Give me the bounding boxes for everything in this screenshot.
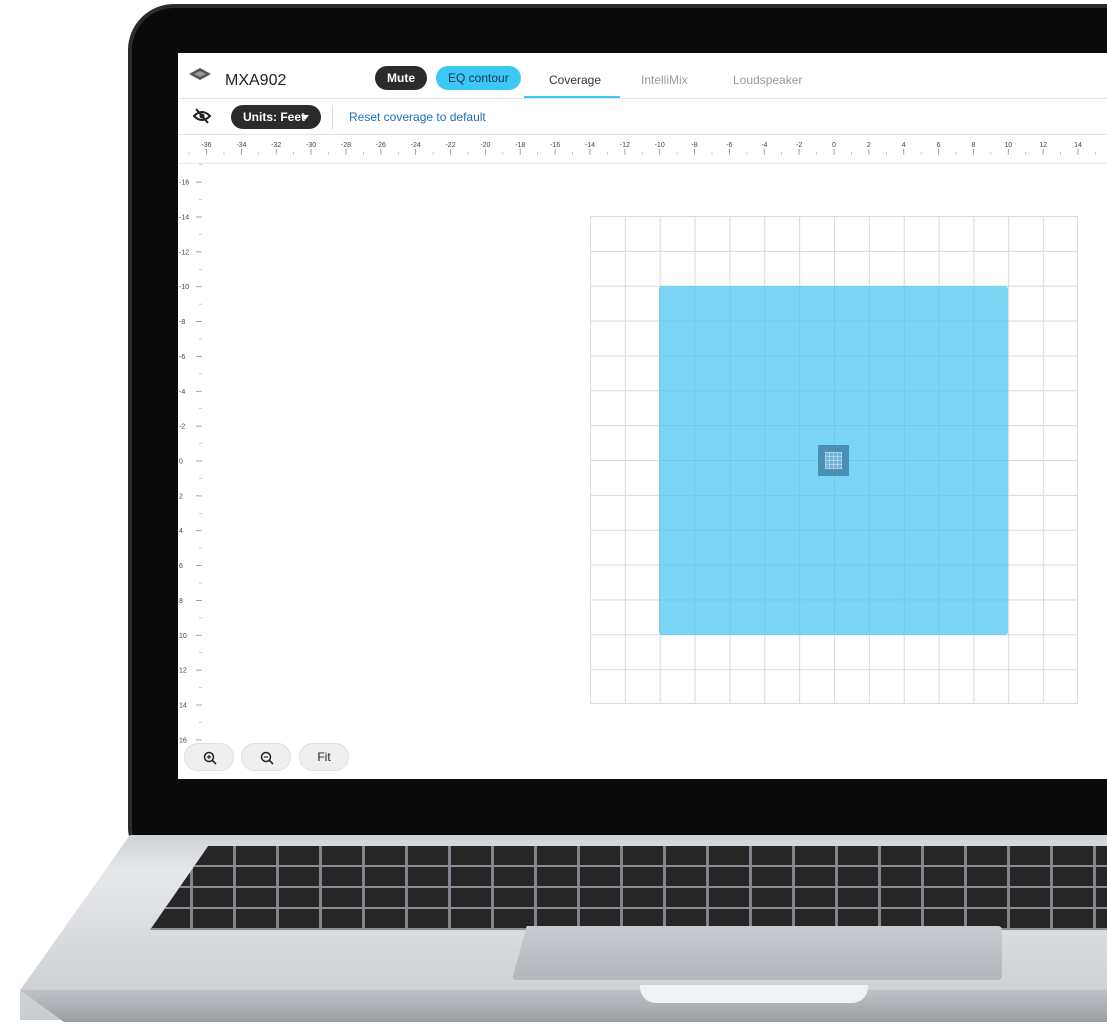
ruler-y-tick-label: 10 [179,633,187,640]
ruler-x-tick-label: -26 [376,142,386,149]
app-header: MXA902 Mute EQ contour Coverage IntelliM… [178,53,1107,99]
ruler-x-tick-label: -20 [480,142,490,149]
ruler-x-tick-label: -8 [691,142,697,149]
ruler-y-tick-label: -16 [179,180,189,187]
ruler-x-tick-label: 12 [1039,142,1047,149]
horizontal-ruler-ticks: -36 -34 -32 -30 -28 -26 -24 -22 -20 -18 -16 -14 -12-… [188,142,1096,155]
reset-coverage-link[interactable]: Reset coverage to default [349,110,486,124]
ruler-x-tick-label: 14 [1074,142,1082,149]
ruler-y-tick-label: 2 [179,493,183,500]
eq-contour-button[interactable]: EQ contour [436,66,521,90]
zoom-in-button[interactable] [184,743,234,771]
ruler-y-tick-label: 4 [179,528,183,535]
laptop-notch [640,985,868,1003]
ruler-y-tick-label: -14 [179,214,189,221]
zoom-out-icon [260,751,274,765]
active-tab-indicator [524,96,620,98]
ruler-y-tick-label: 16 [179,737,187,744]
tab-loudspeaker[interactable]: Loudspeaker [733,73,802,87]
mute-button[interactable]: Mute [375,66,427,90]
device-name: MXA902 [225,72,287,89]
vertical-ruler: -16 -14 -12 -10 -8 -6 -4 -2 0 2 4 6 8 10 12 14 16 [178,163,206,779]
units-label: Units: Feet [243,110,306,124]
keyboard-rows [150,846,1107,930]
ruler-y-tick-label: -8 [179,319,185,326]
microphone-array-device[interactable] [818,445,849,476]
ruler-x-tick-label: -22 [445,142,455,149]
ruler-x-tick-label: -4 [761,142,767,149]
app-screen: MXA902 Mute EQ contour Coverage IntelliM… [178,53,1107,779]
toolbar-divider [332,105,333,129]
ruler-x-tick-label: -30 [306,142,316,149]
ruler-x-tick-label: -18 [515,142,525,149]
laptop-trackpad [512,926,1002,980]
ruler-x-tick-label: -32 [271,142,281,149]
tab-coverage[interactable]: Coverage [549,73,601,87]
ruler-y-tick-label: -6 [179,354,185,361]
zoom-in-icon [203,751,217,765]
horizontal-ruler: -36 -34 -32 -30 -28 -26 -24 -22 -20 -18 -16 -14 -12-… [178,135,1107,164]
caret-down-icon [301,115,309,120]
ruler-y-tick-label: -12 [179,249,189,256]
ruler-x-tick-label: -12 [620,142,630,149]
ruler-y-tick-label: 8 [179,598,183,605]
ruler-y-tick-label: -2 [179,424,185,431]
ruler-x-tick-label: -6 [726,142,732,149]
ruler-x-tick-label: -2 [796,142,802,149]
ruler-y-tick-label: 0 [179,459,183,466]
ruler-x-tick-label: -16 [550,142,560,149]
device-diamond-icon [189,68,211,80]
ruler-x-tick-label: -14 [585,142,595,149]
tab-intellimix[interactable]: IntelliMix [641,73,688,87]
ruler-x-tick-label: 4 [902,142,906,149]
units-dropdown[interactable]: Units: Feet [231,105,321,129]
ruler-x-tick-label: -28 [341,142,351,149]
ruler-x-tick-label: 8 [971,142,975,149]
ruler-y-tick-label: 14 [179,703,187,710]
ruler-x-tick-label: -24 [411,142,421,149]
ruler-x-tick-label: 0 [832,142,836,149]
vertical-ruler-ticks: -16 -14 -12 -10 -8 -6 -4 -2 0 2 4 6 8 10 12 14 16 [179,164,202,758]
ruler-x-tick-label: -34 [236,142,246,149]
eye-off-icon[interactable] [193,108,211,124]
ruler-x-tick-label: 6 [937,142,941,149]
ruler-y-tick-label: -4 [179,389,185,396]
fit-button[interactable]: Fit [299,743,349,771]
ruler-x-tick-label: -36 [201,142,211,149]
laptop-base-lip [20,990,1107,1022]
ruler-y-tick-label: 6 [179,563,183,570]
coverage-toolbar: Units: Feet Reset coverage to default [178,99,1107,135]
zoom-out-button[interactable] [241,743,291,771]
ruler-y-tick-label: -10 [179,284,189,291]
ruler-x-tick-label: 2 [867,142,871,149]
ruler-y-tick-label: 12 [179,668,187,675]
microphone-array-icon [825,452,842,469]
ruler-x-tick-label: 10 [1004,142,1012,149]
ruler-x-tick-label: -10 [655,142,665,149]
